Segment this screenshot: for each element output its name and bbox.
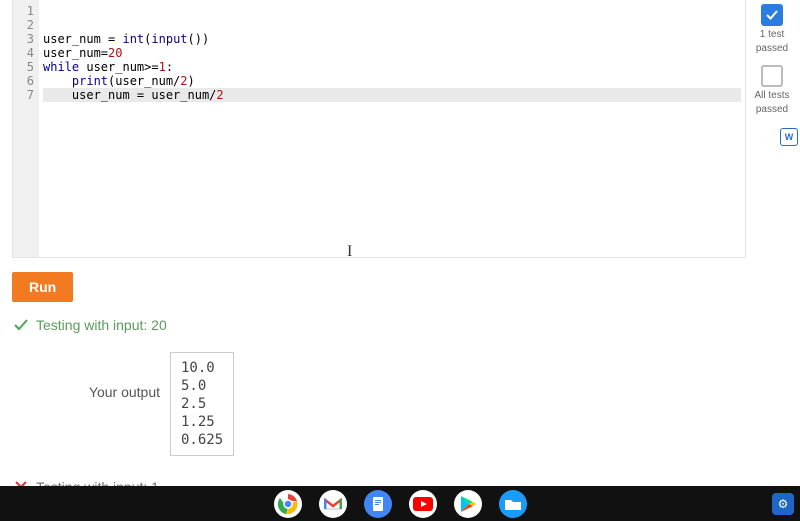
one-test-passed-icon (761, 4, 783, 26)
side-label: passed (750, 43, 794, 55)
output-line: 0.625 (181, 431, 223, 449)
settings-icon[interactable]: ⚙ (772, 493, 794, 515)
all-tests-passed-icon (761, 65, 783, 87)
code-line[interactable]: user_num = user_num/2 (43, 88, 741, 102)
side-label: passed (750, 104, 794, 116)
side-label: All tests (750, 90, 794, 102)
output-section: Your output 10.05.02.51.250.625 (12, 352, 746, 456)
code-line[interactable]: user_num = int(input()) (43, 32, 741, 46)
output-line: 1.25 (181, 413, 223, 431)
output-line: 5.0 (181, 377, 223, 395)
output-line: 2.5 (181, 395, 223, 413)
gmail-icon[interactable] (319, 490, 347, 518)
code-area[interactable]: user_num = int(input())user_num=20while … (39, 0, 745, 257)
docs-icon[interactable] (364, 490, 392, 518)
youtube-icon[interactable] (409, 490, 437, 518)
word-sidebar-icon[interactable]: W (780, 128, 798, 146)
side-label: 1 test (750, 29, 794, 41)
text-cursor-icon: I (347, 245, 352, 259)
chrome-icon[interactable] (274, 490, 302, 518)
run-button[interactable]: Run (12, 272, 73, 302)
gutter: 1234567 (13, 0, 39, 257)
test-status-panel: 1 test passed All tests passed (750, 4, 794, 118)
output-box: 10.05.02.51.250.625 (170, 352, 234, 456)
test-value: 20 (151, 317, 167, 333)
code-line[interactable] (43, 102, 741, 116)
code-line[interactable]: while user_num>=1: (43, 60, 741, 74)
play-store-icon[interactable] (454, 490, 482, 518)
code-line[interactable]: user_num=20 (43, 46, 741, 60)
code-editor[interactable]: 1234567 user_num = int(input())user_num=… (12, 0, 746, 258)
test-prefix: Testing with input: (36, 317, 151, 333)
files-icon[interactable] (499, 490, 527, 518)
output-label: Your output (12, 352, 170, 400)
code-line[interactable]: print(user_num/2) (43, 74, 741, 88)
taskbar: ⚙ (0, 486, 800, 521)
test-result-pass: Testing with input: 20 (12, 316, 746, 334)
check-icon (12, 316, 30, 334)
output-line: 10.0 (181, 359, 223, 377)
code-line[interactable] (43, 116, 741, 130)
